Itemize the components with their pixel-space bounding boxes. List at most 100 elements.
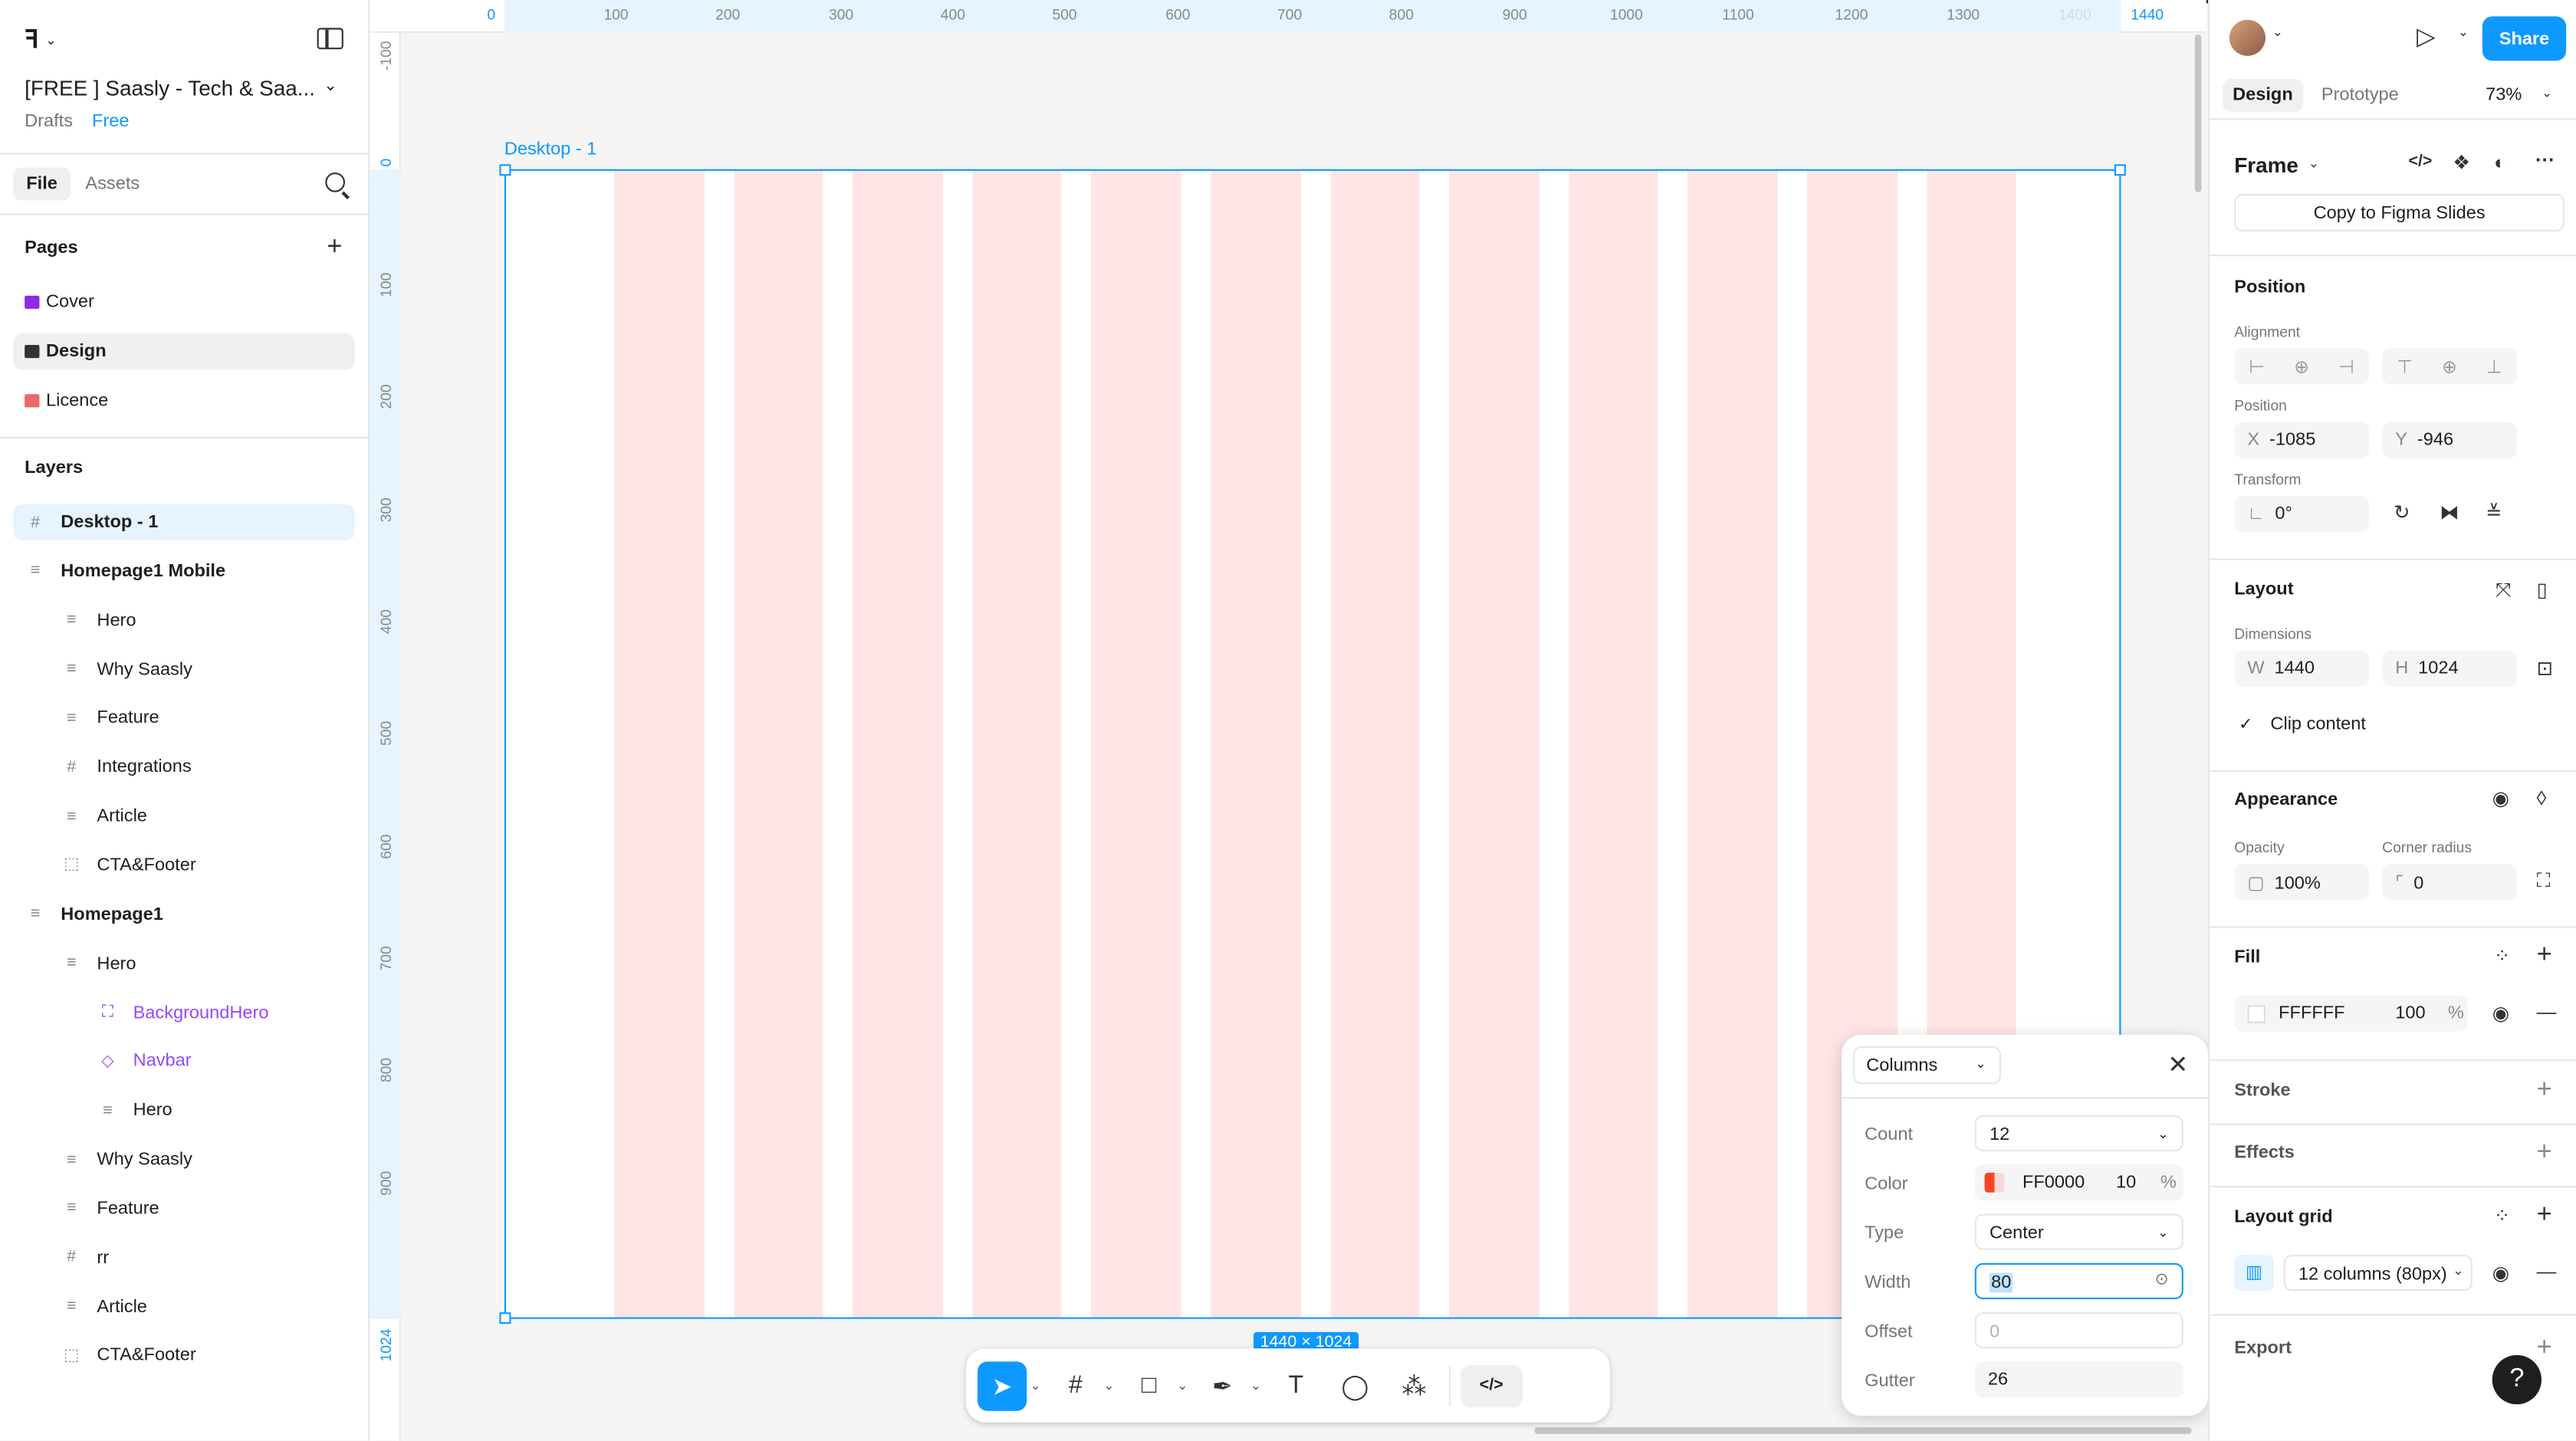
- grid-settings-icon[interactable]: ▥: [2234, 1255, 2274, 1292]
- layer-row[interactable]: ≡ Homepage1 Mobile: [13, 553, 355, 589]
- layer-row[interactable]: ≡ Homepage1: [13, 897, 355, 933]
- fill-row[interactable]: FFFFFF 100 %: [2234, 995, 2468, 1032]
- layer-row[interactable]: ≡ Hero: [13, 946, 355, 982]
- tab-prototype[interactable]: Prototype: [2321, 85, 2399, 105]
- frame-label[interactable]: Desktop - 1: [504, 140, 597, 159]
- copy-to-slides-button[interactable]: Copy to Figma Slides: [2234, 193, 2564, 232]
- clip-content-checkbox[interactable]: ✓: [2234, 713, 2257, 736]
- zoom-level[interactable]: 73%: [2486, 85, 2522, 105]
- color-swatch[interactable]: [1984, 1173, 2005, 1193]
- tab-file[interactable]: File: [13, 167, 71, 201]
- avatar[interactable]: [2229, 19, 2266, 56]
- layer-row[interactable]: # rr: [13, 1239, 355, 1275]
- add-fill-icon[interactable]: +: [2537, 942, 2552, 969]
- fill-hex[interactable]: FFFFFF: [2279, 1003, 2344, 1023]
- help-button[interactable]: ?: [2492, 1354, 2542, 1405]
- actions-tool[interactable]: ⁂: [1389, 1361, 1438, 1410]
- layer-row[interactable]: # Desktop - 1: [13, 504, 355, 540]
- sidebar-toggle-icon[interactable]: [317, 28, 343, 50]
- height-input[interactable]: H 1024: [2382, 650, 2517, 687]
- tab-assets[interactable]: Assets: [85, 174, 140, 194]
- width-input[interactable]: W 1440: [2234, 650, 2369, 687]
- auto-width-icon[interactable]: ⊙: [2155, 1272, 2169, 1290]
- more-options-icon[interactable]: ⋯: [2535, 148, 2555, 171]
- share-button[interactable]: Share: [2482, 16, 2567, 61]
- offset-input[interactable]: 0: [1974, 1312, 2183, 1349]
- rotation-input[interactable]: ∟ 0°: [2234, 496, 2369, 533]
- move-tool-chevron-icon[interactable]: ⌄: [1030, 1378, 1041, 1393]
- layout-grid-select[interactable]: 12 columns (80px): [2283, 1255, 2472, 1292]
- file-title[interactable]: [FREE ] Saasly - Tech & Saa...: [25, 76, 315, 100]
- layer-row[interactable]: ≡ Hero: [13, 602, 355, 638]
- layer-row[interactable]: ≡ Feature: [13, 1190, 355, 1226]
- fill-visibility-eye-icon[interactable]: ◉: [2492, 1002, 2509, 1025]
- layer-row[interactable]: ≡ Article: [13, 799, 355, 835]
- layer-row[interactable]: # Integrations: [13, 750, 355, 786]
- fill-opacity[interactable]: 100: [2395, 1003, 2425, 1023]
- shape-tool-chevron-icon[interactable]: ⌄: [1177, 1378, 1188, 1393]
- grid-type-select[interactable]: Columns ⌄: [1853, 1046, 2001, 1085]
- grid-color-field[interactable]: FF0000 10 %: [1974, 1164, 2183, 1201]
- resize-to-fit-icon[interactable]: ⤧: [2496, 578, 2512, 602]
- resize-handle-top-right[interactable]: [2114, 164, 2126, 176]
- align-left-icon[interactable]: ⊢: [2249, 356, 2265, 377]
- page-item-licence[interactable]: Licence: [13, 382, 355, 419]
- count-select[interactable]: 12 ⌄: [1974, 1115, 2183, 1152]
- add-page-icon[interactable]: +: [327, 234, 342, 261]
- align-middle-icon[interactable]: ⊕: [2442, 356, 2457, 377]
- chevron-down-icon[interactable]: ⌄: [2542, 85, 2552, 100]
- layer-row[interactable]: ⬚ CTA&Footer: [13, 848, 355, 884]
- layer-row[interactable]: ⛶ BackgroundHero: [13, 995, 355, 1031]
- y-position-input[interactable]: Y -946: [2382, 422, 2517, 458]
- frame-tool-chevron-icon[interactable]: ⌄: [1103, 1378, 1114, 1393]
- close-icon[interactable]: ✕: [2167, 1049, 2188, 1078]
- horizontal-scrollbar[interactable]: [1534, 1427, 2192, 1434]
- align-bottom-icon[interactable]: ⊥: [2486, 356, 2502, 377]
- tab-design[interactable]: Design: [2223, 78, 2303, 112]
- constrain-proportions-icon[interactable]: ⊡: [2537, 657, 2554, 680]
- blend-drop-icon[interactable]: ◊: [2537, 786, 2547, 809]
- chevron-down-icon[interactable]: ⌄: [2453, 1263, 2463, 1278]
- fill-swatch[interactable]: [2247, 1004, 2266, 1023]
- x-position-input[interactable]: X -1085: [2234, 422, 2369, 458]
- chevron-down-icon[interactable]: ⌄: [2308, 156, 2319, 171]
- drafts-link[interactable]: Drafts: [25, 112, 73, 132]
- pen-tool-chevron-icon[interactable]: ⌄: [1250, 1378, 1261, 1393]
- plan-badge[interactable]: Free: [92, 112, 129, 132]
- layer-row[interactable]: ≡ Hero: [13, 1092, 355, 1128]
- resize-handle-bottom-left[interactable]: [499, 1312, 511, 1324]
- align-top-icon[interactable]: ⊤: [2397, 356, 2413, 377]
- opacity-input[interactable]: ▢ 100%: [2234, 864, 2369, 901]
- layer-row[interactable]: ≡ Feature: [13, 701, 355, 737]
- align-right-icon[interactable]: ⊣: [2338, 356, 2354, 377]
- shape-tool[interactable]: □: [1125, 1361, 1174, 1410]
- rotate-icon[interactable]: ↻: [2394, 501, 2410, 524]
- flip-vertical-icon[interactable]: ≚: [2486, 501, 2502, 524]
- file-menu-chevron-icon[interactable]: ⌄: [324, 77, 337, 96]
- layer-row[interactable]: ◇ Navbar: [13, 1043, 355, 1079]
- layer-row[interactable]: ⬚ CTA&Footer: [13, 1338, 355, 1374]
- color-hex[interactable]: FF0000: [2022, 1173, 2085, 1193]
- alignment-type-select[interactable]: Center ⌄: [1974, 1213, 2183, 1250]
- gutter-input[interactable]: 26: [1974, 1361, 2183, 1398]
- visibility-eye-icon[interactable]: ◉: [2492, 786, 2509, 809]
- styles-grid-icon[interactable]: ⁘: [2494, 944, 2511, 967]
- contrast-icon[interactable]: ◐: [2494, 151, 2506, 174]
- flip-horizontal-icon[interactable]: ⧓: [2440, 501, 2459, 524]
- main-menu-button[interactable]: ꟻ ⌄: [25, 25, 56, 54]
- code-icon[interactable]: </>: [2408, 153, 2432, 171]
- search-icon[interactable]: [325, 172, 345, 192]
- resize-handle-top-left[interactable]: [499, 164, 511, 176]
- dev-mode-toggle[interactable]: </>: [1460, 1364, 1523, 1407]
- layer-row[interactable]: ≡ Article: [13, 1288, 355, 1324]
- frame-type-label[interactable]: Frame: [2234, 153, 2298, 177]
- chevron-down-icon[interactable]: ⌄: [2272, 25, 2283, 39]
- page-item-cover[interactable]: Cover: [13, 284, 355, 320]
- page-item-design[interactable]: Design: [13, 333, 355, 370]
- remove-fill-icon[interactable]: —: [2537, 1000, 2557, 1023]
- present-play-icon[interactable]: ▷: [2417, 21, 2436, 51]
- add-export-icon[interactable]: +: [2537, 1334, 2552, 1361]
- add-layout-grid-icon[interactable]: +: [2537, 1201, 2552, 1229]
- move-tool[interactable]: ➤: [978, 1361, 1027, 1410]
- width-input[interactable]: 80 ⊙: [1974, 1262, 2183, 1299]
